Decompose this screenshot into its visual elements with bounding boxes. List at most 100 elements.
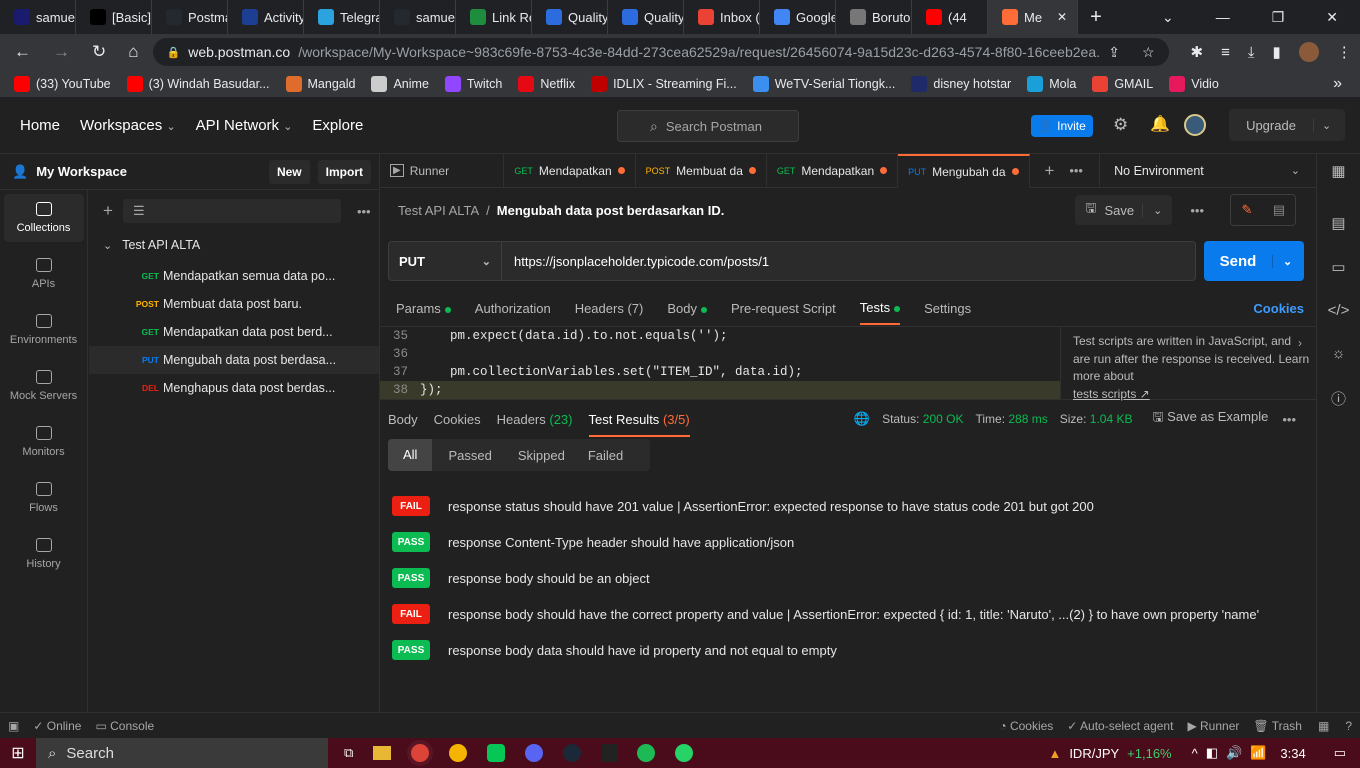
filter-passed[interactable]: Passed [432,448,507,463]
filter-all[interactable]: All [388,439,433,471]
steam-icon[interactable] [563,744,582,762]
response-more-icon[interactable]: ••• [1282,412,1296,427]
layout-icon[interactable]: ▦ [1318,719,1329,733]
side-panel-icon[interactable]: ▮ [1273,43,1281,61]
spotify-icon[interactable] [637,744,656,762]
whatsapp-icon[interactable] [675,744,694,762]
send-button[interactable]: Send ⌄ [1204,241,1304,281]
time-value[interactable]: 288 ms [1008,412,1047,426]
add-collection-icon[interactable]: + [103,201,113,221]
browser-tab[interactable]: Me ✕ [988,0,1078,34]
add-tab-icon[interactable]: + [1030,161,1070,181]
browser-tab[interactable]: Postma [152,0,228,34]
window-close-icon[interactable]: ✕ [1326,9,1338,26]
subtab-headers[interactable]: Headers (7) [575,301,644,316]
save-button[interactable]: 🖫 Save ⌄ [1075,195,1173,225]
subtab-pre-request-script[interactable]: Pre-request Script [731,301,836,316]
browser-tab[interactable]: Inbox ( [684,0,760,34]
epic-games-icon[interactable] [601,744,618,762]
browser-tab[interactable]: Activity [228,0,304,34]
comments-icon[interactable]: ▤ [1263,202,1295,218]
nav-workspaces[interactable]: Workspaces ⌄ [80,117,176,134]
save-example-button[interactable]: 🖫 Save as Example [1152,408,1268,430]
response-tab-body[interactable]: Body [388,412,418,427]
settings-gear-icon[interactable]: ⚙ [1113,115,1128,135]
bookmark-item[interactable]: Netflix [518,75,575,92]
file-explorer-icon[interactable] [373,746,392,760]
rail-item-mock-servers[interactable]: Mock Servers [4,362,84,410]
browser-tab[interactable]: (44 [912,0,988,34]
url-bar[interactable]: 🔒 web.postman.co/workspace/My-Workspace~… [152,38,1169,66]
bookmark-item[interactable]: (3) Windah Basudar... [126,75,270,92]
home-icon[interactable]: ⌂ [128,42,138,62]
upgrade-button[interactable]: Upgrade ⌄ [1229,109,1345,141]
browser-tab[interactable]: Quality [608,0,684,34]
task-view-icon[interactable]: ⧉ [344,745,353,761]
chevron-right-icon[interactable]: › [1298,335,1302,353]
request-item[interactable]: GET Mendapatkan semua data po... [89,262,379,290]
rail-item-environments[interactable]: Environments [4,306,84,354]
breadcrumb-collection[interactable]: Test API ALTA [398,203,479,218]
ticker-change[interactable]: +1,16% [1127,746,1171,761]
profile-avatar[interactable] [1298,42,1319,62]
reload-icon[interactable]: ↻ [92,42,106,62]
new-button[interactable]: New [268,159,310,184]
bookmarks-overflow-icon[interactable]: » [1333,75,1342,93]
forward-icon[interactable]: → [53,42,70,62]
code-icon[interactable]: </> [1328,302,1350,319]
lightbulb-icon[interactable]: ☼ [1332,345,1346,362]
bookmark-item[interactable]: WeTV-Serial Tiongk... [752,75,895,92]
back-icon[interactable]: ← [14,42,31,62]
subtab-body[interactable]: Body [667,301,707,316]
nav-api-network[interactable]: API Network ⌄ [196,117,293,134]
browser-menu-icon[interactable]: ⋮ [1337,43,1352,61]
request-tab[interactable]: PUT Mengubah da [898,153,1030,188]
cookies-link[interactable]: Cookies [1253,301,1304,316]
globe-icon[interactable]: 🌐 [854,411,870,427]
collection-item[interactable]: ⌄ Test API ALTA [89,228,379,262]
rail-item-flows[interactable]: Flows [4,474,84,522]
invite-button[interactable]: 👤 Invite [1031,115,1093,137]
rail-item-history[interactable]: History [4,530,84,578]
subtab-tests[interactable]: Tests [859,291,901,325]
send-chevron-icon[interactable]: ⌄ [1272,254,1292,268]
bookmark-item[interactable]: disney hotstar [911,75,1011,92]
response-tab-test-results[interactable]: Test Results (3/5) [588,402,690,437]
taskbar-search[interactable]: ⌕ Search [36,738,328,768]
tab-close-icon[interactable]: ✕ [1057,10,1067,24]
request-item[interactable]: DEL Menghapus data post berdas... [89,374,379,402]
notifications-icon[interactable]: ▭ [1334,745,1346,761]
url-input[interactable]: https://jsonplaceholder.typicode.com/pos… [502,241,1196,281]
tab-overflow-icon[interactable]: ••• [1069,163,1099,178]
share-icon[interactable]: ⇪ [1108,44,1120,61]
request-item[interactable]: GET Mendapatkan data post berd... [89,318,379,346]
bookmark-item[interactable]: IDLIX - Streaming Fi... [591,75,737,92]
bookmark-item[interactable]: Anime [371,75,429,92]
windows-start-icon[interactable]: ⊞ [0,743,36,763]
browser-tab[interactable]: samuel [0,0,76,34]
edit-pencil-icon[interactable]: ✎ [1231,202,1263,218]
tab-search-icon[interactable]: ⌄ [1162,9,1174,26]
minimize-icon[interactable]: — [1216,9,1230,26]
bookmark-item[interactable]: GMAIL [1092,75,1153,92]
line-icon[interactable] [487,744,506,762]
tray-network-icon[interactable]: ◧ [1206,745,1218,761]
subtab-settings[interactable]: Settings [924,301,971,316]
request-tab[interactable]: POST Membuat da [636,153,767,188]
discord-icon[interactable] [525,744,544,762]
console-button[interactable]: ▭ Console [95,719,154,733]
bookmark-item[interactable]: Mola [1027,75,1076,92]
tab-runner[interactable]: ▶ Runner [380,153,505,188]
import-button[interactable]: Import [317,159,371,184]
request-item[interactable]: POST Membuat data post baru. [89,290,379,318]
new-tab-button[interactable]: + [1078,6,1114,29]
response-tab-headers[interactable]: Headers (23) [497,412,573,427]
status-value[interactable]: 200 OK [923,412,964,426]
browser-tab[interactable]: Quality [532,0,608,34]
save-chevron-icon[interactable]: ⌄ [1142,203,1162,217]
runner-status-button[interactable]: ▶ Runner [1187,719,1239,733]
bookmark-star-icon[interactable]: ☆ [1142,44,1155,61]
filter-skipped[interactable]: Skipped [508,448,575,463]
request-tab[interactable]: GET Mendapatkan [504,153,636,188]
clock[interactable]: 3:34 [1280,746,1305,761]
